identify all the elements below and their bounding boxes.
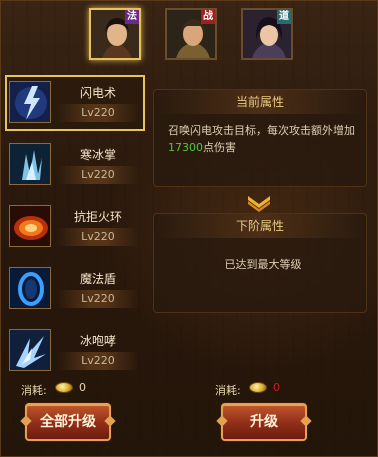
skill-name: 闪电术 bbox=[79, 86, 116, 100]
skill-item-magic-shield[interactable]: 魔法盾 Lv220 bbox=[5, 261, 145, 319]
skill-level: Lv220 bbox=[81, 292, 115, 305]
upgrade-button[interactable]: 升级 bbox=[216, 403, 312, 441]
class-tabs: 法 战 道 bbox=[73, 1, 313, 69]
lightning-icon bbox=[9, 81, 51, 123]
upgrade-all-button[interactable]: 全部升级 bbox=[20, 403, 116, 441]
warrior-badge: 战 bbox=[201, 10, 215, 24]
skill-upgrade-window: 法 战 道 闪电术 Lv220 寒冰掌 Lv220 抗拒火环 Lv220 魔法盾… bbox=[0, 0, 378, 457]
skill-level: Lv220 bbox=[81, 230, 115, 243]
next-attr-desc: 已达到最大等级 bbox=[224, 258, 302, 271]
fire-ring-icon bbox=[9, 205, 51, 247]
skill-item-ice-palm[interactable]: 寒冰掌 Lv220 bbox=[5, 137, 145, 195]
next-attr-title: 下阶属性 bbox=[154, 214, 366, 238]
left-cost-value: 0 bbox=[79, 381, 86, 394]
skill-level: Lv220 bbox=[81, 106, 115, 119]
skill-level: Lv220 bbox=[81, 168, 115, 181]
coin-icon bbox=[55, 382, 73, 393]
taoist-badge: 道 bbox=[277, 10, 291, 24]
class-tab-warrior[interactable]: 战 bbox=[165, 8, 217, 60]
skill-level: Lv220 bbox=[81, 354, 115, 367]
ice-roar-icon bbox=[9, 329, 51, 371]
next-attr-panel: 下阶属性 已达到最大等级 bbox=[153, 213, 367, 313]
skill-name: 寒冰掌 bbox=[79, 148, 116, 162]
ice-palm-icon bbox=[9, 143, 51, 185]
skill-item-fire-ring[interactable]: 抗拒火环 Lv220 bbox=[5, 199, 145, 257]
skill-name: 冰咆哮 bbox=[79, 334, 116, 348]
coin-icon bbox=[249, 382, 267, 393]
class-tab-mage[interactable]: 法 bbox=[89, 8, 141, 60]
current-attr-desc: 召唤闪电攻击目标，每次攻击额外增加17300点伤害 bbox=[168, 124, 355, 154]
right-cost-label: 消耗: bbox=[215, 384, 241, 397]
chevron-down-icon bbox=[248, 196, 270, 212]
current-attr-title: 当前属性 bbox=[154, 90, 366, 114]
right-cost-value: 0 bbox=[273, 381, 280, 394]
damage-value: 17300 bbox=[168, 141, 203, 154]
skill-name: 抗拒火环 bbox=[73, 210, 122, 224]
class-tab-taoist[interactable]: 道 bbox=[241, 8, 293, 60]
mage-badge: 法 bbox=[125, 10, 139, 24]
skill-item-lightning[interactable]: 闪电术 Lv220 bbox=[5, 75, 145, 133]
magic-shield-icon bbox=[9, 267, 51, 309]
skill-item-ice-roar[interactable]: 冰咆哮 Lv220 bbox=[5, 323, 145, 381]
current-attr-panel: 当前属性 召唤闪电攻击目标，每次攻击额外增加17300点伤害 bbox=[153, 89, 367, 187]
skill-name: 魔法盾 bbox=[79, 272, 116, 286]
left-cost-label: 消耗: bbox=[21, 384, 47, 397]
